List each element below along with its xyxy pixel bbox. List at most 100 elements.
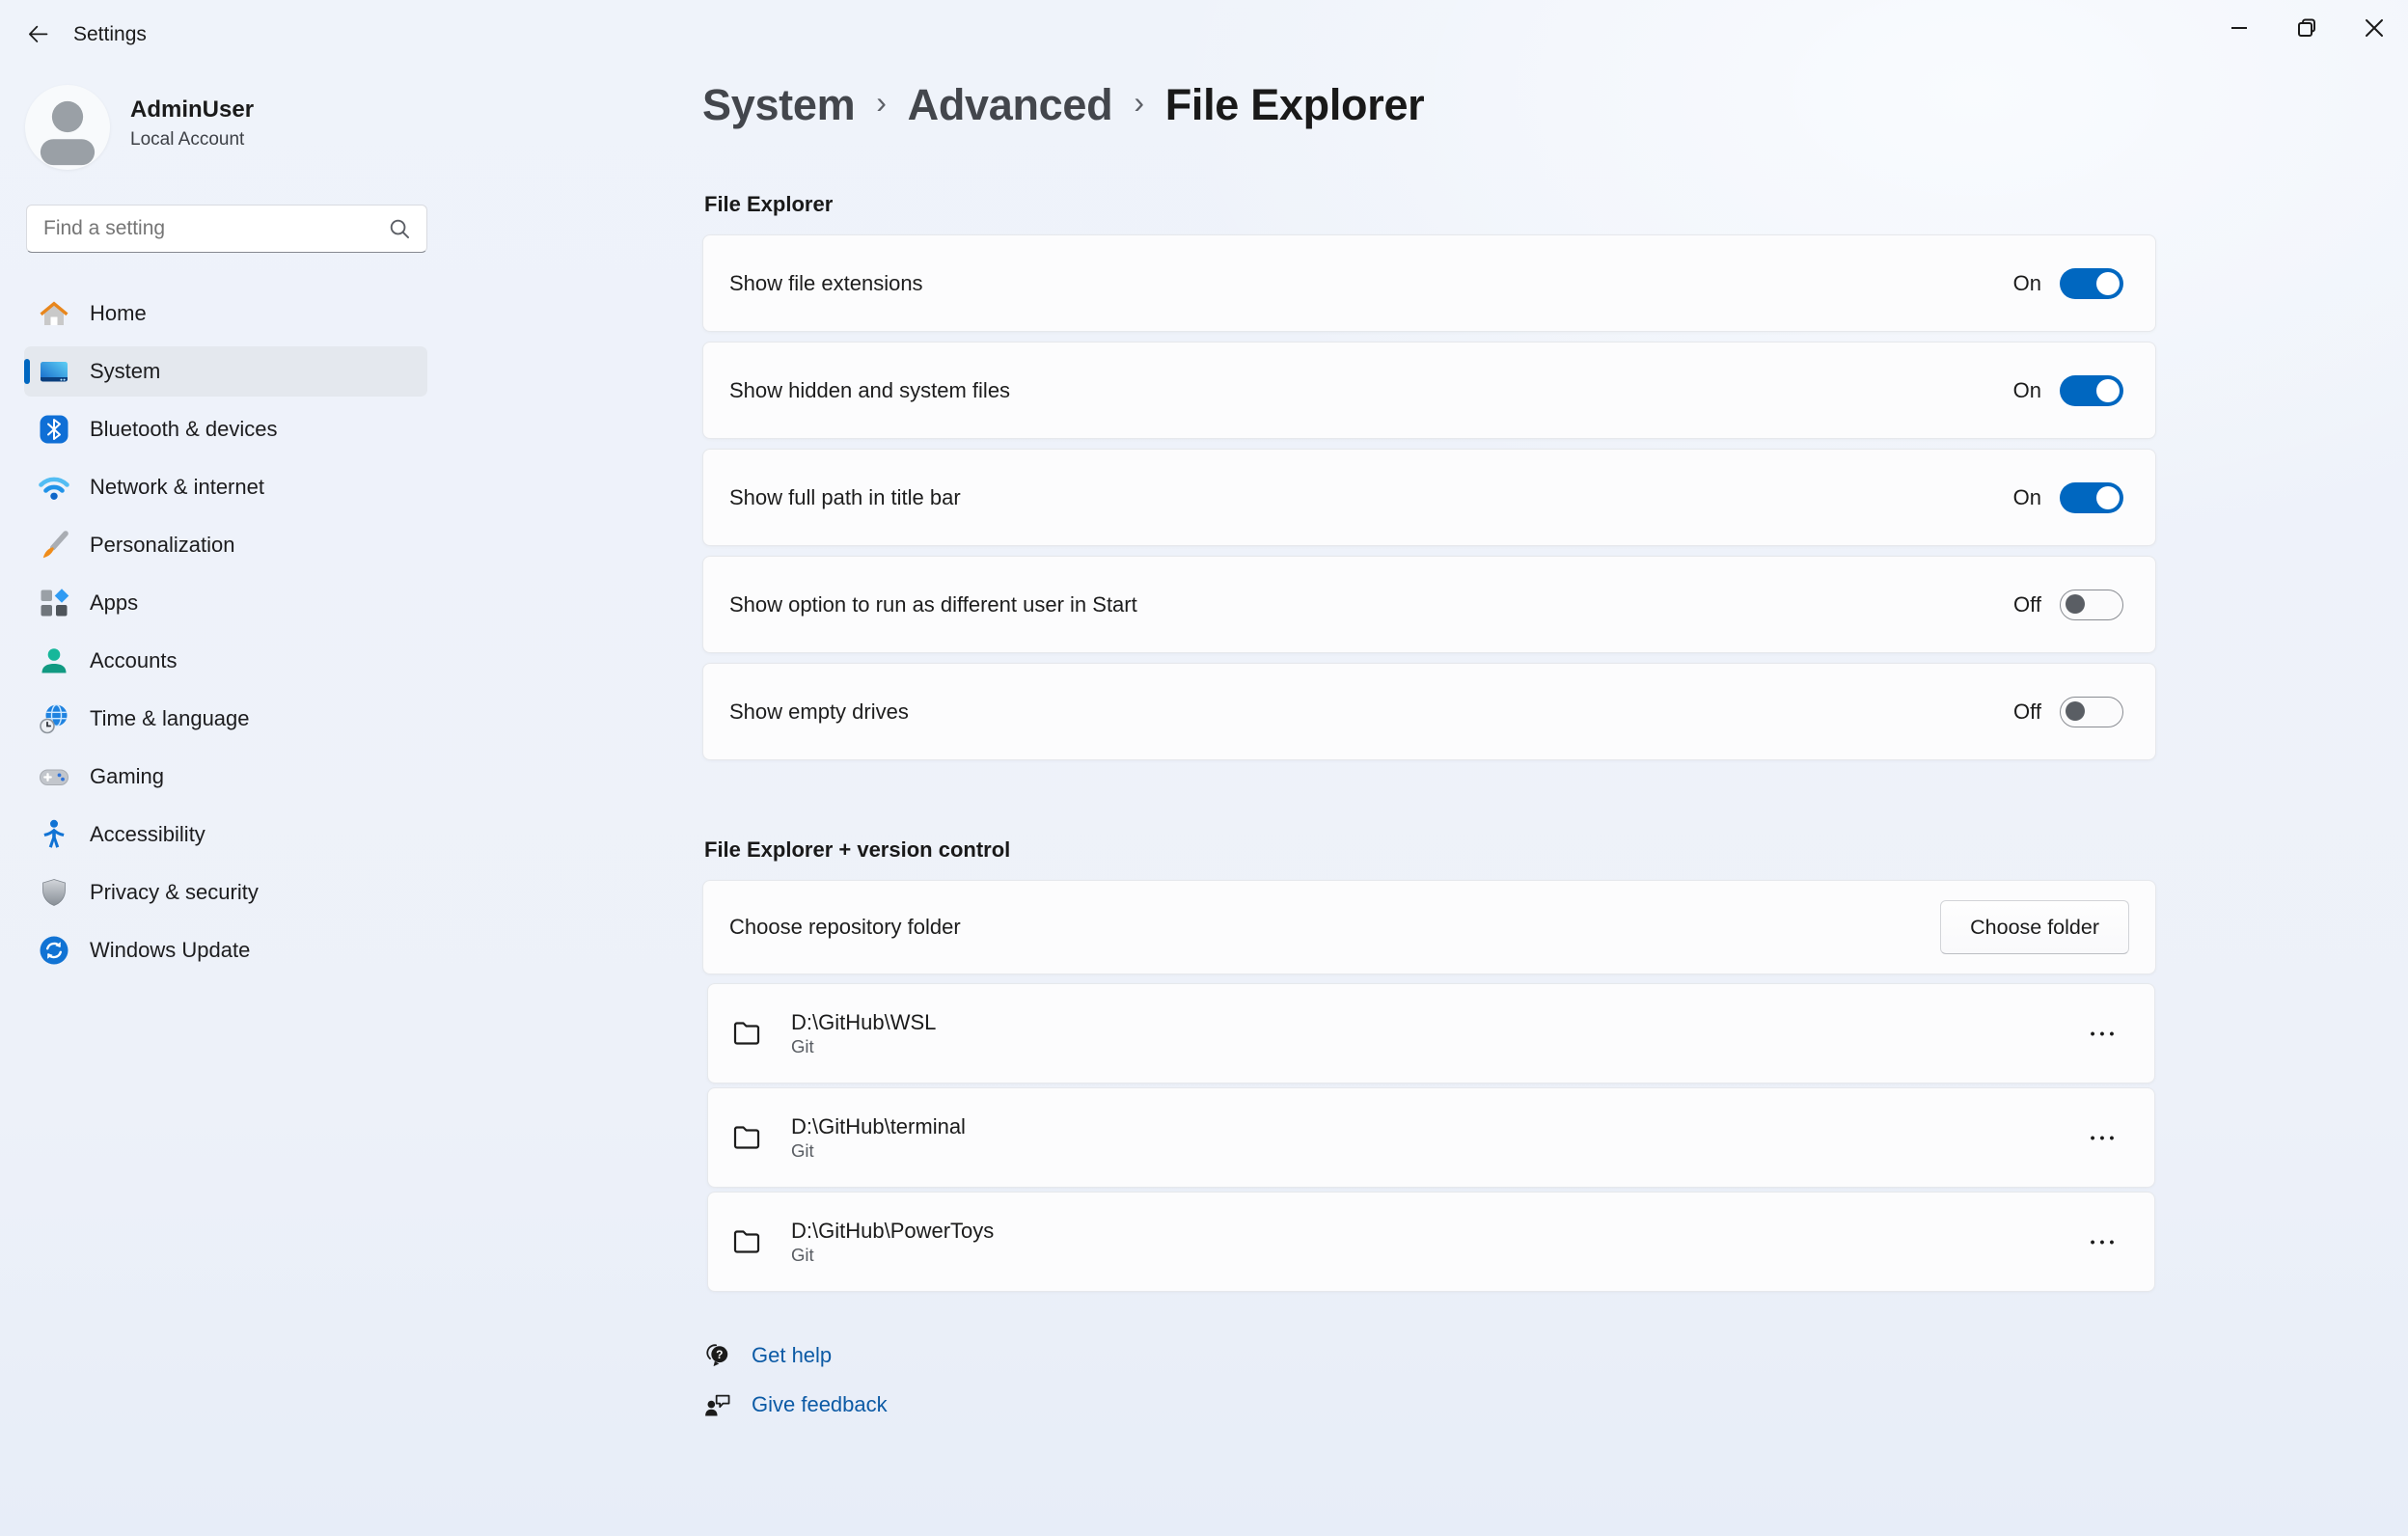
- footer-link-label: Give feedback: [752, 1392, 888, 1417]
- sidebar-item-gaming[interactable]: Gaming: [24, 752, 427, 802]
- sidebar-item-apps[interactable]: Apps: [24, 578, 427, 628]
- home-icon: [37, 296, 71, 331]
- toggle-state-label: On: [2013, 378, 2041, 403]
- windows-update-icon: [37, 933, 71, 968]
- toggle-state-label: Off: [2013, 699, 2041, 725]
- setting-label: Show empty drives: [729, 699, 2013, 725]
- setting-row-show-empty-drives: Show empty drives Off: [702, 663, 2156, 760]
- sidebar-item-label: Gaming: [90, 764, 164, 789]
- setting-label: Show hidden and system files: [729, 378, 2013, 403]
- apps-icon: [37, 586, 71, 620]
- avatar: [25, 85, 110, 170]
- toggle-switch[interactable]: [2060, 375, 2123, 406]
- more-ellipsis-icon: •••: [2091, 1130, 2120, 1145]
- feedback-icon: [702, 1389, 733, 1420]
- toggle-state-label: On: [2013, 271, 2041, 296]
- sidebar-item-label: Network & internet: [90, 475, 264, 500]
- help-icon: ?: [702, 1340, 733, 1371]
- breadcrumb: System › Advanced › File Explorer: [702, 80, 1424, 130]
- sidebar-item-network-internet[interactable]: Network & internet: [24, 462, 427, 512]
- sidebar-item-personalization[interactable]: Personalization: [24, 520, 427, 570]
- setting-row-show-hidden-system-files: Show hidden and system files On: [702, 342, 2156, 439]
- sidebar-item-label: Apps: [90, 590, 138, 616]
- toggle-switch[interactable]: [2060, 268, 2123, 299]
- accessibility-icon: [37, 817, 71, 852]
- repo-more-button[interactable]: •••: [2075, 1215, 2129, 1269]
- sidebar-item-label: System: [90, 359, 160, 384]
- sidebar-item-system[interactable]: System: [24, 346, 427, 397]
- gaming-icon: [37, 759, 71, 794]
- setting-row-show-full-path: Show full path in title bar On: [702, 449, 2156, 546]
- search-box: [26, 205, 427, 253]
- sidebar-item-accessibility[interactable]: Accessibility: [24, 809, 427, 860]
- search-input[interactable]: [27, 217, 387, 240]
- repo-row-powertoys: D:\GitHub\PowerToys Git •••: [707, 1192, 2155, 1292]
- setting-row-show-file-extensions: Show file extensions On: [702, 234, 2156, 332]
- close-button[interactable]: [2340, 0, 2408, 56]
- window-title: Settings: [73, 23, 147, 46]
- repo-vcs-type: Git: [791, 1244, 2075, 1267]
- repository-list: D:\GitHub\WSL Git ••• D:\GitHub\terminal…: [707, 983, 2155, 1296]
- user-account-type: Local Account: [130, 129, 244, 151]
- svg-text:?: ?: [716, 1348, 723, 1361]
- close-icon: [2357, 11, 2392, 45]
- breadcrumb-separator: ›: [1134, 85, 1143, 121]
- user-name: AdminUser: [130, 96, 254, 123]
- time-language-icon: [37, 701, 71, 736]
- sidebar-item-home[interactable]: Home: [24, 288, 427, 339]
- sidebar-item-privacy-security[interactable]: Privacy & security: [24, 867, 427, 918]
- repo-path: D:\GitHub\PowerToys: [791, 1218, 2075, 1244]
- breadcrumb-system[interactable]: System: [702, 80, 855, 130]
- avatar-person-icon: [25, 85, 110, 170]
- repo-more-button[interactable]: •••: [2075, 1006, 2129, 1060]
- sidebar-item-accounts[interactable]: Accounts: [24, 636, 427, 686]
- sidebar-item-windows-update[interactable]: Windows Update: [24, 925, 427, 975]
- minimize-button[interactable]: [2205, 0, 2273, 56]
- search-icon: [387, 216, 413, 242]
- folder-icon: [729, 1224, 764, 1259]
- repo-vcs-type: Git: [791, 1139, 2075, 1163]
- toggle-knob: [2096, 379, 2120, 402]
- sidebar-item-label: Accessibility: [90, 822, 205, 847]
- toggle-knob: [2096, 486, 2120, 509]
- repo-vcs-type: Git: [791, 1035, 2075, 1058]
- section-title-file-explorer: File Explorer: [704, 192, 833, 217]
- folder-icon: [729, 1120, 764, 1155]
- section-title-version-control: File Explorer + version control: [704, 837, 1010, 863]
- sidebar-nav: Home System Bluetooth & devices: [24, 288, 427, 983]
- maximize-button[interactable]: [2273, 0, 2340, 56]
- network-icon: [37, 470, 71, 505]
- sidebar-item-label: Bluetooth & devices: [90, 417, 277, 442]
- back-arrow-icon: [25, 21, 51, 47]
- sidebar-item-time-language[interactable]: Time & language: [24, 694, 427, 744]
- repo-row-terminal: D:\GitHub\terminal Git •••: [707, 1087, 2155, 1188]
- page-title: File Explorer: [1165, 80, 1425, 130]
- selection-indicator: [24, 359, 30, 384]
- choose-repository-row: Choose repository folder Choose folder: [702, 880, 2156, 974]
- back-button[interactable]: [17, 14, 58, 54]
- choose-folder-button[interactable]: Choose folder: [1940, 900, 2129, 954]
- toggle-knob: [2066, 701, 2085, 721]
- minimize-icon: [2222, 11, 2257, 45]
- sidebar-item-label: Privacy & security: [90, 880, 259, 905]
- repo-meta: D:\GitHub\WSL Git: [791, 1009, 2075, 1058]
- repo-meta: D:\GitHub\terminal Git: [791, 1113, 2075, 1163]
- setting-label: Show full path in title bar: [729, 485, 2013, 510]
- toggle-switch[interactable]: [2060, 482, 2123, 513]
- personalization-icon: [37, 528, 71, 562]
- toggle-state-label: On: [2013, 485, 2041, 510]
- give-feedback-link[interactable]: Give feedback: [702, 1389, 888, 1420]
- breadcrumb-advanced[interactable]: Advanced: [908, 80, 1113, 130]
- sidebar-item-label: Home: [90, 301, 147, 326]
- breadcrumb-separator: ›: [876, 85, 886, 121]
- repo-row-wsl: D:\GitHub\WSL Git •••: [707, 983, 2155, 1083]
- get-help-link[interactable]: ? Get help: [702, 1340, 832, 1371]
- sidebar-item-label: Accounts: [90, 648, 178, 673]
- toggle-switch[interactable]: [2060, 697, 2123, 727]
- footer-link-label: Get help: [752, 1343, 832, 1368]
- sidebar-item-bluetooth-devices[interactable]: Bluetooth & devices: [24, 404, 427, 454]
- accounts-icon: [37, 644, 71, 678]
- repo-more-button[interactable]: •••: [2075, 1111, 2129, 1165]
- toggle-switch[interactable]: [2060, 590, 2123, 620]
- setting-label: Choose repository folder: [729, 915, 1940, 940]
